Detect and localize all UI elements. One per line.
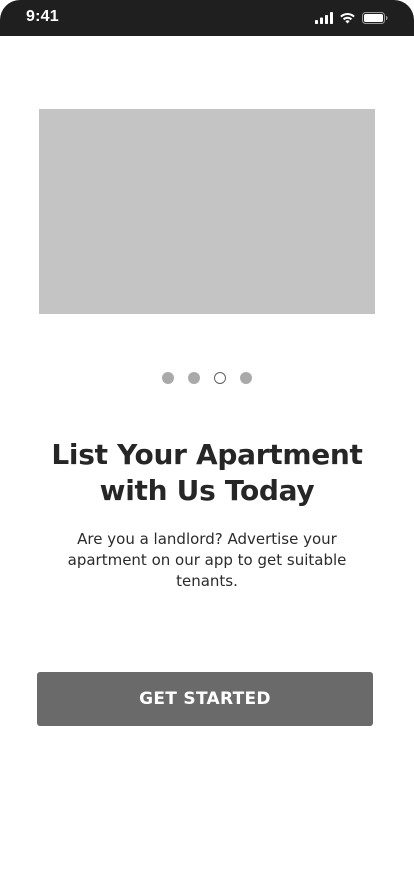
onboarding-screen: 9:41 List Your Apartment with Us Today A… [0,0,414,896]
carousel-dot-4[interactable] [240,372,252,384]
headline-line-2: with Us Today [99,474,315,507]
onboarding-headline: List Your Apartment with Us Today [0,437,414,509]
wifi-icon [339,12,356,24]
onboarding-description: Are you a landlord? Advertise your apart… [67,530,347,590]
carousel-dot-3[interactable] [214,372,226,384]
carousel-image-placeholder [39,109,375,314]
headline-line-1: List Your Apartment [51,438,363,471]
carousel-pagination [0,372,414,385]
status-time: 9:41 [26,8,59,25]
get-started-button[interactable]: GET STARTED [37,672,373,726]
status-icons [315,10,388,26]
status-bar: 9:41 [0,0,414,36]
carousel-dot-2[interactable] [188,372,200,384]
battery-icon [362,12,388,24]
signal-icon [315,12,333,24]
carousel-dot-1[interactable] [162,372,174,384]
